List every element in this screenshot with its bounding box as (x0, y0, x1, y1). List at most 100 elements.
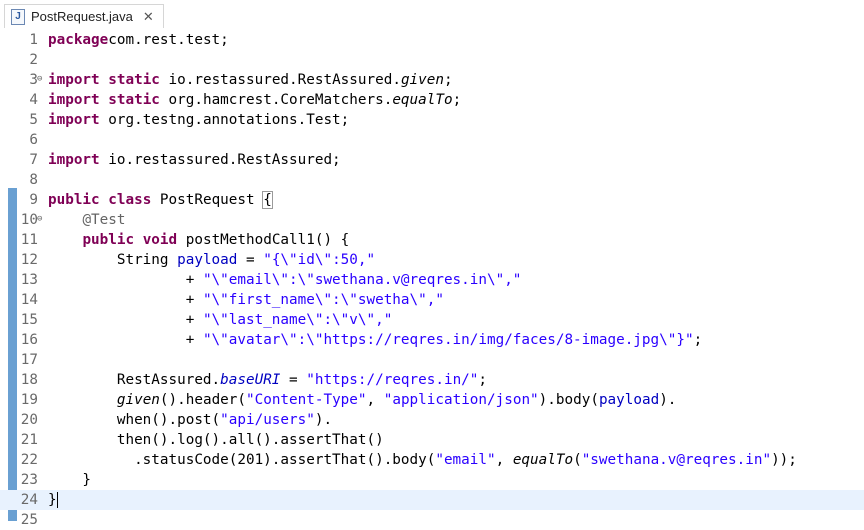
line-number: 2 (29, 52, 38, 68)
code-text: import static io.restassured.RestAssured… (48, 70, 453, 90)
code-text: + "\"last_name\":\"v\"," (48, 310, 393, 330)
code-text: given().header("Content-Type", "applicat… (48, 390, 677, 410)
code-line[interactable]: 10 ⊖ @Test (0, 210, 864, 230)
line-number: 11 (20, 232, 38, 248)
code-token: io.restassured.RestAssured; (99, 152, 341, 168)
code-text: } (48, 490, 58, 510)
code-line[interactable]: 13 + "\"email\":\"swethana.v@reqres.in\"… (0, 270, 864, 290)
code-line[interactable]: 12 String payload = "{\"id\":50," (0, 250, 864, 270)
code-token: payload (177, 252, 238, 268)
code-line[interactable]: 8 (0, 170, 864, 190)
fold-toggle-icon[interactable]: ⊖ (37, 69, 42, 89)
code-line[interactable]: 17 (0, 350, 864, 370)
code-token: baseURI (220, 372, 281, 388)
code-token: public (82, 232, 135, 248)
code-token: = (237, 252, 264, 268)
code-line[interactable]: 21 then().log().all().assertThat() (0, 430, 864, 450)
code-line[interactable]: 25 (0, 510, 864, 530)
code-line[interactable]: 22 .statusCode(201).assertThat().body("e… (0, 450, 864, 470)
code-token: postMethodCall1() { (177, 232, 350, 248)
code-token: public (48, 192, 100, 208)
code-line[interactable]: 24} (0, 490, 864, 510)
code-line[interactable]: 5 import org.testng.annotations.Test; (0, 110, 864, 130)
code-line[interactable]: 18 RestAssured.baseURI = "https://reqres… (0, 370, 864, 390)
editor-tab[interactable]: J PostRequest.java ✕ (4, 4, 164, 28)
code-text: when().post("api/users"). (48, 410, 332, 430)
code-line[interactable]: 3 ⊖ import static io.restassured.RestAssur… (0, 70, 864, 90)
code-line[interactable]: 7 import io.restassured.RestAssured; (0, 150, 864, 170)
code-text: import org.testng.annotations.Test; (48, 110, 349, 130)
code-text: + "\"avatar\":\"https://reqres.in/img/fa… (48, 330, 702, 350)
code-token: ). (314, 412, 333, 428)
code-text: public class PostRequest { (48, 190, 273, 210)
code-token: ( (573, 452, 582, 468)
code-line[interactable]: 4 import static org.hamcrest.CoreMatchers… (0, 90, 864, 110)
code-token: ). (659, 392, 677, 408)
java-file-icon: J (11, 8, 25, 25)
code-token: "email" (435, 452, 496, 468)
line-number: 8 (29, 172, 38, 188)
code-token: "\"last_name\":\"v\"," (202, 312, 393, 328)
code-token: static (108, 92, 160, 108)
code-text: + "\"email\":\"swethana.v@reqres.in\"," (48, 270, 522, 290)
line-number: 23 (20, 472, 38, 488)
code-token: @Test (82, 212, 126, 228)
code-text: import io.restassured.RestAssured; (48, 150, 341, 170)
line-number: 1 (29, 32, 38, 48)
code-token: import (48, 152, 100, 168)
line-number: 25 (20, 512, 38, 528)
code-token: ; (478, 372, 488, 388)
code-line[interactable]: 6 (0, 130, 864, 150)
code-token: import (48, 72, 100, 88)
line-number: 5 (29, 112, 38, 128)
code-token: "application/json" (383, 392, 539, 408)
line-number: 12 (20, 252, 38, 268)
close-icon[interactable]: ✕ (143, 9, 154, 25)
code-token: equalTo (512, 452, 574, 468)
code-token: void (142, 232, 178, 248)
code-token: when().post( (48, 412, 221, 428)
code-token: io.restassured.RestAssured. (159, 72, 401, 88)
code-token: + (48, 272, 203, 288)
code-token: "\"email\":\"swethana.v@reqres.in\"," (202, 272, 522, 288)
code-text: then().log().all().assertThat() (48, 430, 384, 450)
code-token: payload (598, 392, 660, 408)
code-line[interactable]: 9 public class PostRequest { (0, 190, 864, 210)
fold-toggle-icon[interactable]: ⊖ (37, 209, 42, 229)
code-editor[interactable]: 1 packagecom.rest.test; 2 3 ⊖ import static i… (0, 28, 864, 528)
code-token: ).body( (538, 392, 599, 408)
code-line[interactable]: 20 when().post("api/users"). (0, 410, 864, 430)
code-line[interactable]: 19 given().header("Content-Type", "appli… (0, 390, 864, 410)
code-line[interactable]: 14 + "\"first_name\":\"swetha\"," (0, 290, 864, 310)
code-line[interactable]: 16 + "\"avatar\":\"https://reqres.in/img… (0, 330, 864, 350)
code-token: { (262, 191, 273, 209)
code-line[interactable]: 23 } (0, 470, 864, 490)
code-text: String payload = "{\"id\":50," (48, 250, 375, 270)
code-token: ; (452, 92, 462, 108)
code-token: ; (443, 72, 453, 88)
code-token: ; (693, 332, 703, 348)
tab-title: PostRequest.java (31, 9, 133, 24)
code-token: "\"avatar\":\"https://reqres.in/img/face… (202, 332, 694, 348)
code-token: com.rest.test; (108, 32, 229, 48)
code-token: String (48, 252, 178, 268)
code-token: + (48, 292, 203, 308)
line-number: 10 (20, 212, 38, 228)
code-text: .statusCode(201).assertThat().body("emai… (48, 450, 797, 470)
code-line[interactable]: 2 (0, 50, 864, 70)
code-token: PostRequest (151, 192, 264, 208)
line-number: 21 (20, 432, 38, 448)
code-token: "{\"id\":50," (263, 252, 376, 268)
code-line[interactable]: 1 packagecom.rest.test; (0, 30, 864, 50)
code-token: , (366, 392, 384, 408)
line-number: 16 (20, 332, 38, 348)
code-line[interactable]: 15 + "\"last_name\":\"v\"," (0, 310, 864, 330)
code-text: import static org.hamcrest.CoreMatchers.… (48, 90, 461, 110)
code-line[interactable]: 11 public void postMethodCall1() { (0, 230, 864, 250)
line-number: 20 (20, 412, 38, 428)
code-token: "swethana.v@reqres.in" (581, 452, 772, 468)
